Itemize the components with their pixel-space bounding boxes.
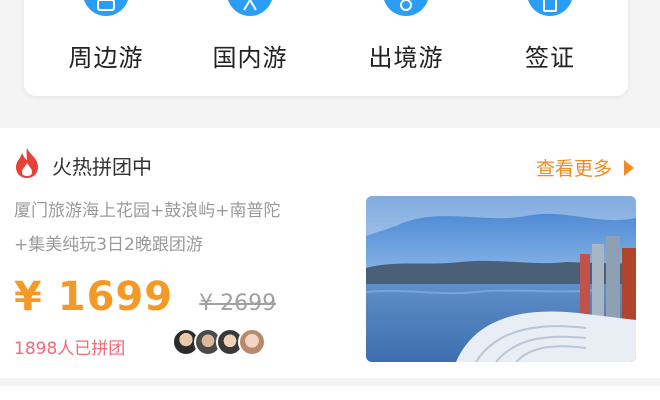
- category-label: 出境游: [368, 44, 444, 72]
- original-price: ¥ 2699: [199, 291, 277, 316]
- category-card: 周边游 国内游 出境游 签证: [24, 0, 628, 96]
- category-label: 签证: [525, 44, 575, 72]
- description-line: 厦门旅游海上花园+鼓浪屿+南普陀: [14, 201, 281, 221]
- city-coast-image: [366, 196, 636, 362]
- category-label: 周边游: [68, 44, 144, 72]
- product-photo[interactable]: [366, 196, 636, 362]
- arrow-right-icon: [624, 159, 634, 176]
- view-more-label: 查看更多: [535, 158, 612, 180]
- hot-group-section: 火热拼团中 查看更多 厦门旅游海上花园+鼓浪屿+南普陀 +集美纯玩3日2晚跟团游…: [0, 128, 660, 378]
- domestic-travel-icon: [227, 0, 273, 16]
- next-section-edge: [0, 386, 660, 400]
- avatar-group: [172, 328, 266, 356]
- nearby-travel-icon: [83, 0, 129, 16]
- product-description[interactable]: 厦门旅游海上花园+鼓浪屿+南普陀 +集美纯玩3日2晚跟团游: [14, 194, 344, 262]
- outbound-travel-icon: [383, 0, 429, 16]
- description-line: +集美纯玩3日2晚跟团游: [14, 235, 203, 255]
- category-label: 国内游: [212, 44, 288, 72]
- avatar: [238, 328, 266, 356]
- view-more-link[interactable]: 查看更多: [536, 154, 634, 181]
- flame-icon: [14, 147, 40, 183]
- section-header: 火热拼团中: [14, 148, 152, 182]
- section-title: 火热拼团中: [52, 154, 152, 179]
- current-price: ¥ 1699: [14, 274, 174, 320]
- price-row: ¥ 1699 ¥ 2699: [14, 274, 276, 320]
- page: 周边游 国内游 出境游 签证 火热拼团中 查看更多 厦门旅游海上花园+鼓浪屿+南…: [0, 0, 660, 400]
- joined-count: 1898人已拼团: [14, 339, 126, 359]
- visa-icon: [527, 0, 573, 16]
